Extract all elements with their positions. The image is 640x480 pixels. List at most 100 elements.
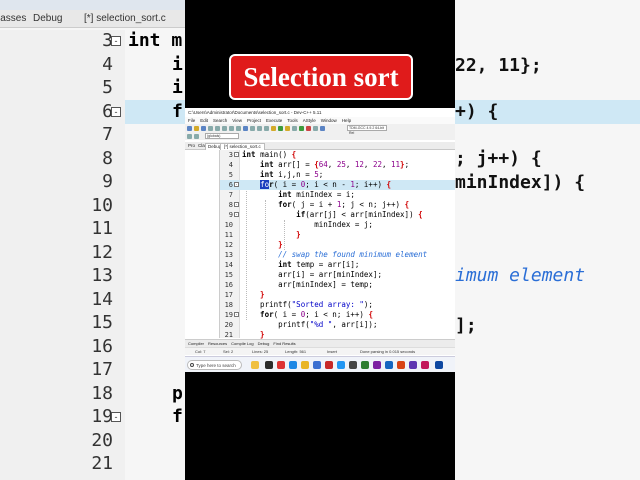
menu-item-file[interactable]: File	[188, 117, 195, 124]
compile-run-icon[interactable]	[285, 125, 290, 131]
new-file-icon[interactable]	[187, 125, 192, 131]
code-token: ( i =	[273, 310, 301, 319]
code-editor[interactable]: 3- int main() {4 int arr[] = {64, 25, 12,…	[220, 150, 455, 339]
menu-item-edit[interactable]: Edit	[200, 117, 208, 124]
fold-toggle-icon[interactable]: -	[234, 152, 239, 157]
indent-icon[interactable]	[257, 125, 262, 131]
code-line: 19- for( i = 0; i < n; i++) {	[220, 310, 455, 320]
compiler-select[interactable]: TDM-GCC 4.9.2 64-bit Rel	[347, 125, 387, 135]
fold-toggle-icon[interactable]: -	[234, 312, 239, 317]
line-number: 10	[224, 221, 233, 229]
file-tab[interactable]: [*] selection_sort.c	[220, 143, 265, 150]
stop-icon[interactable]	[306, 125, 311, 131]
replace-icon[interactable]	[250, 125, 255, 131]
background-tab-classes: lasses	[0, 13, 27, 24]
app-icon[interactable]	[397, 361, 405, 369]
rebuild-icon[interactable]	[292, 125, 297, 131]
bottom-panel-tabs: Compiler Resources Compile Log Debug Find Re…	[185, 339, 455, 347]
compile-icon[interactable]	[271, 125, 276, 131]
background-fold-icon: -	[111, 36, 121, 46]
line-number: 6	[228, 181, 233, 189]
bottom-tab-compile-log[interactable]: Compile Log	[231, 340, 253, 347]
background-fold-icon: -	[111, 106, 121, 117]
class-icon[interactable]	[194, 133, 199, 139]
menu-bar: File Edit Search View Project Execute Tools ASt…	[185, 117, 455, 124]
globals-select[interactable]: (globals)	[205, 133, 239, 139]
code-token: arr[] =	[278, 160, 315, 169]
open-folder-icon[interactable]	[194, 125, 199, 131]
run-icon[interactable]	[278, 125, 283, 131]
fold-toggle-icon[interactable]: -	[234, 212, 239, 217]
menu-item-execute[interactable]: Execute	[266, 117, 282, 124]
app-icon[interactable]	[385, 361, 393, 369]
save-icon[interactable]	[201, 125, 206, 131]
debug-icon[interactable]	[320, 125, 325, 131]
background-line-number: 21	[91, 453, 113, 474]
secondary-toolbar: (globals)	[185, 132, 455, 140]
file-explorer-icon[interactable]	[301, 361, 309, 369]
devcpp-icon[interactable]	[435, 361, 443, 369]
line-number: 18	[224, 301, 233, 309]
bottom-tab-debug[interactable]: Debug	[258, 340, 270, 347]
menu-item-astyle[interactable]: AStyle	[303, 117, 316, 124]
background-line-number: 12	[91, 241, 113, 263]
bottom-tab-find-results[interactable]: Find Results	[273, 340, 295, 347]
app-icon[interactable]	[349, 361, 357, 369]
app-icon[interactable]	[421, 361, 429, 369]
print-icon[interactable]	[222, 125, 227, 131]
code-token: ; i < n; i++)	[305, 310, 369, 319]
app-icon[interactable]	[361, 361, 369, 369]
new-project-icon[interactable]	[187, 133, 192, 139]
background-right-code-fragment: ];	[455, 315, 477, 336]
edge-icon[interactable]	[289, 361, 297, 369]
code-text: printf("%d ", arr[i]);	[242, 320, 377, 330]
app-icon[interactable]	[325, 361, 333, 369]
menu-item-tools[interactable]: Tools	[287, 117, 298, 124]
code-token: int	[242, 160, 279, 169]
bottom-tab-compiler[interactable]: Compiler	[188, 340, 204, 347]
chart-icon[interactable]	[313, 125, 318, 131]
background-code-fragment: i	[172, 77, 183, 98]
code-text: int arr[] = {64, 25, 12, 22, 11};	[242, 160, 409, 170]
code-text: }	[242, 240, 283, 250]
code-token: ; i < n -	[305, 180, 351, 189]
check-icon[interactable]	[299, 125, 304, 131]
undo-icon[interactable]	[229, 125, 234, 131]
app-icon[interactable]	[409, 361, 417, 369]
code-text: arr[minIndex] = temp;	[242, 280, 373, 290]
fold-toggle-icon[interactable]: -	[234, 202, 239, 207]
code-token: ;	[404, 160, 410, 169]
search-icon	[190, 363, 194, 367]
task-view-icon[interactable]	[265, 361, 273, 369]
code-line: 12 }	[220, 240, 455, 250]
code-token: }	[242, 240, 283, 249]
line-number: 16	[224, 281, 233, 289]
code-token: printf(	[242, 320, 310, 329]
background-line-number: 7	[102, 124, 113, 145]
menu-item-project[interactable]: Project	[247, 117, 261, 124]
store-icon[interactable]	[313, 361, 321, 369]
taskbar-search[interactable]: Type here to search	[187, 360, 242, 370]
opera-icon[interactable]	[277, 361, 285, 369]
unindent-icon[interactable]	[264, 125, 269, 131]
project-pane	[185, 150, 220, 338]
line-number: 12	[224, 241, 233, 249]
bottom-tab-resources[interactable]: Resources	[208, 340, 227, 347]
fold-toggle-icon[interactable]: -	[234, 182, 239, 187]
code-token: );	[363, 300, 373, 309]
app-icon[interactable]	[337, 361, 345, 369]
background-right-code-fragment: 22, 11};	[455, 55, 542, 76]
redo-icon[interactable]	[236, 125, 241, 131]
background-code-fragment: int m	[128, 30, 183, 51]
save-all-icon[interactable]	[208, 125, 213, 131]
menu-item-search[interactable]: Search	[213, 117, 227, 124]
status-col: Col: 7	[195, 349, 206, 354]
menu-item-window[interactable]: Window	[321, 117, 337, 124]
find-icon[interactable]	[243, 125, 248, 131]
weather-icon[interactable]	[251, 361, 259, 369]
menu-item-view[interactable]: View	[232, 117, 242, 124]
background-line-number: 10	[91, 194, 113, 216]
visual-studio-icon[interactable]	[373, 361, 381, 369]
menu-item-help[interactable]: Help	[342, 117, 351, 124]
close-file-icon[interactable]	[215, 125, 220, 131]
